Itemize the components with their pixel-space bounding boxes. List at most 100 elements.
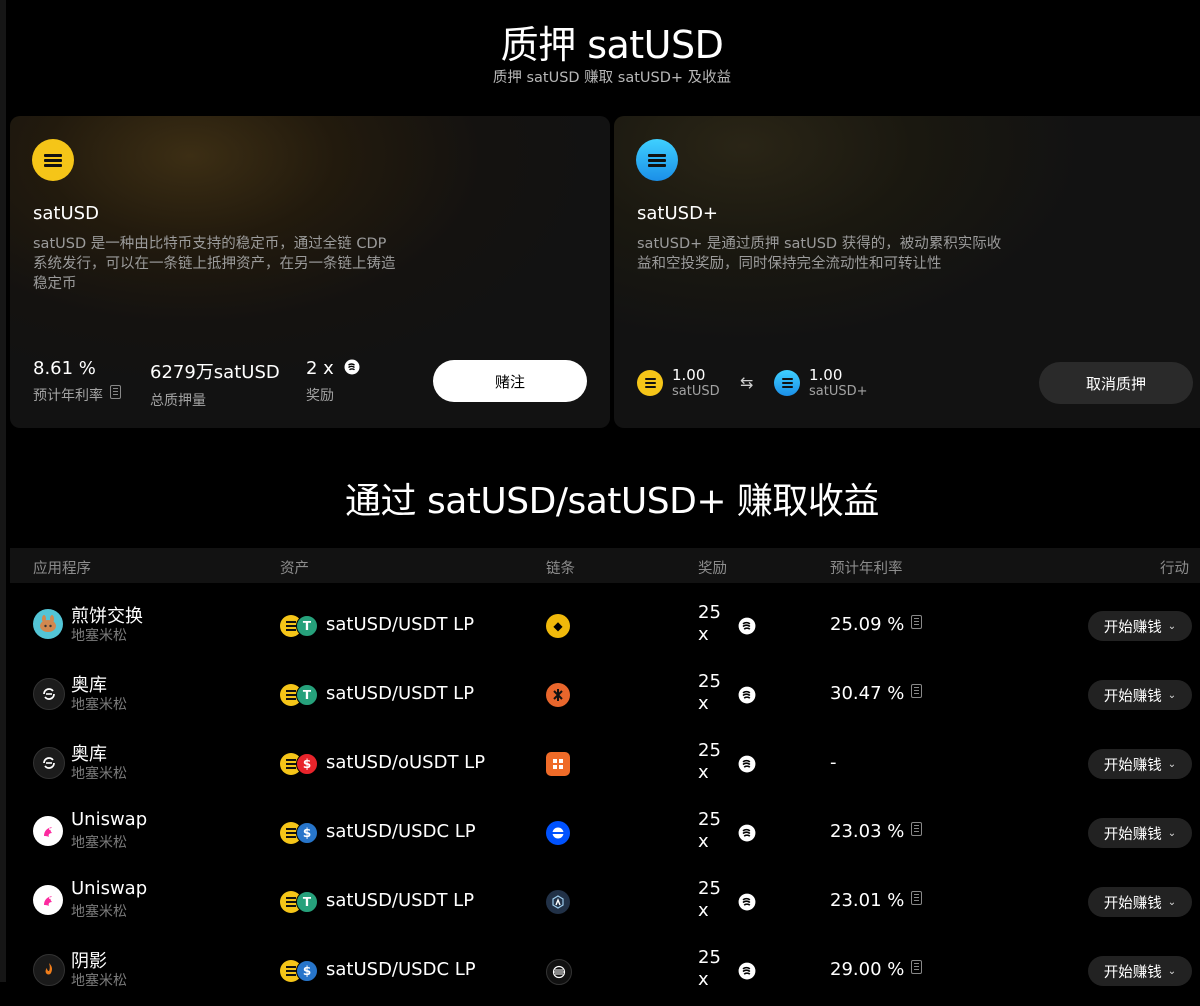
apy-stat: 8.61 % 预计年利率 [33,358,121,405]
app-network: 地塞米松 [71,628,127,644]
table-row: Uniswap 地塞米松 $ satUSD/USDC LP 25 x 23.03… [10,799,1200,868]
asset-name: satUSD/USDC LP [326,959,476,980]
asset-pair-icon: $ [280,753,320,775]
apr-value: 23.03 % [830,821,905,842]
reward-stat: 2 x 奖励 [306,358,360,405]
app-name: Uniswap [71,809,148,830]
usdc-icon: $ [296,822,318,844]
header-app: 应用程序 [33,561,91,577]
swap-icon: ⇆ [740,373,754,392]
arbitrum-chain-icon [546,890,570,914]
uniswap-icon [33,816,63,846]
reward-multiplier: 25 x [698,878,721,921]
rate-to-label: satUSD+ [809,384,868,399]
points-icon [344,359,360,375]
base-chain-icon [546,821,570,845]
table-row: 阴影 地塞米松 $ satUSD/USDC LP 25 x 29.00 % 开始… [10,937,1200,1006]
satusdplus-card-title: satUSD+ [637,203,719,224]
header-apr: 预计年利率 [830,561,903,577]
total-staked-label: 总质押量 [150,393,206,409]
total-staked-stat: 6279万satUSD 总质押量 [150,358,280,410]
uniswap-icon [33,885,63,915]
start-earning-button[interactable]: 开始赚钱 ⌄ [1088,818,1192,848]
stake-button[interactable]: 赌注 [433,360,587,402]
asset-name: satUSD/USDT LP [326,683,475,704]
table-row: 奥库 地塞米松 $ satUSD/oUSDT LP 25 x - 开始赚钱 ⌄ [10,730,1200,799]
rate-from-label: satUSD [672,384,720,399]
tether-icon: T [296,684,318,706]
satusd-coin-icon [32,139,74,181]
start-earning-button[interactable]: 开始赚钱 ⌄ [1088,749,1192,779]
reward-multiplier: 25 x [698,740,721,783]
calculator-icon[interactable] [911,822,923,836]
points-icon [738,617,756,635]
section-title: 通过 satUSD/satUSD+ 赚取收益 [345,481,879,522]
start-earning-button[interactable]: 开始赚钱 ⌄ [1088,887,1192,917]
reward-multiplier: 25 x [698,947,721,990]
okx-wallet-icon [33,747,65,779]
chevron-down-icon: ⌄ [1167,620,1177,632]
table-row: 奥库 地塞米松 T satUSD/USDT LP 25 x 30.47 % 开始… [10,661,1200,730]
satusd-card-title: satUSD [33,203,99,224]
apr-value: 29.00 % [830,959,905,980]
chevron-down-icon: ⌄ [1167,965,1177,977]
apr-value: 25.09 % [830,614,905,635]
ousdt-icon: $ [296,753,318,775]
app-network: 地塞米松 [71,766,127,782]
satusdplus-coin-icon [636,139,678,181]
calculator-icon[interactable] [911,615,923,629]
apr-value: 30.47 % [830,683,905,704]
apy-label: 预计年利率 [33,388,103,404]
page-subtitle: 质押 satUSD 赚取 satUSD+ 及收益 [492,70,732,86]
header-asset: 资产 [280,561,309,577]
points-icon [738,824,756,842]
reward-multiplier: 25 x [698,809,721,852]
calculator-icon[interactable] [110,385,121,399]
satusd-small-icon [637,369,663,396]
sonic-chain-icon [546,959,572,985]
points-icon [738,686,756,704]
satusdplus-small-icon [774,369,800,396]
chevron-down-icon: ⌄ [1167,896,1177,908]
unstake-button[interactable]: 取消质押 [1039,362,1193,404]
pancake-icon [33,609,63,639]
calculator-icon[interactable] [911,891,923,905]
total-staked-value: 6279万satUSD [150,362,280,383]
points-icon [738,962,756,980]
asset-pair-icon: T [280,891,320,913]
reward-multiplier: 2 x [306,358,334,379]
asset-pair-icon: $ [280,960,320,982]
rate-from: 1.00 satUSD [637,366,720,399]
satusd-card-description: satUSD 是一种由比特币支持的稳定币，通过全链 CDP 系统发行，可以在一条… [33,236,396,292]
merlin-chain-icon [546,752,570,776]
asset-name: satUSD/USDT LP [326,890,475,911]
asset-pair-icon: $ [280,822,320,844]
asset-pair-icon: T [280,615,320,637]
asset-name: satUSD/oUSDT LP [326,752,486,773]
app-network: 地塞米松 [71,973,127,989]
asset-name: satUSD/USDT LP [326,614,475,635]
points-icon [738,893,756,911]
start-earning-button[interactable]: 开始赚钱 ⌄ [1088,611,1192,641]
app-network: 地塞米松 [71,835,127,851]
app-network: 地塞米松 [71,697,127,713]
table-row: 煎饼交换 地塞米松 T satUSD/USDT LP ◆ 25 x 25.09 … [10,592,1200,661]
tether-icon: T [296,615,318,637]
shadow-icon [33,954,65,986]
header-reward: 奖励 [698,561,727,577]
start-earning-button[interactable]: 开始赚钱 ⌄ [1088,680,1192,710]
rate-to-value: 1.00 [809,366,843,384]
bnb-chain-icon: ◆ [546,614,570,638]
bitlayer-chain-icon [546,683,570,707]
reward-label: 奖励 [306,388,334,404]
asset-pair-icon: T [280,684,320,706]
points-icon [738,755,756,773]
calculator-icon[interactable] [911,684,923,698]
okx-wallet-icon [33,678,65,710]
satusdplus-card-description: satUSD+ 是通过质押 satUSD 获得的，被动累积实际收益和空投奖励，同… [637,236,1002,272]
calculator-icon[interactable] [911,960,923,974]
chevron-down-icon: ⌄ [1167,827,1177,839]
asset-name: satUSD/USDC LP [326,821,476,842]
apr-value: - [830,752,837,773]
header-action: 行动 [1160,561,1189,577]
